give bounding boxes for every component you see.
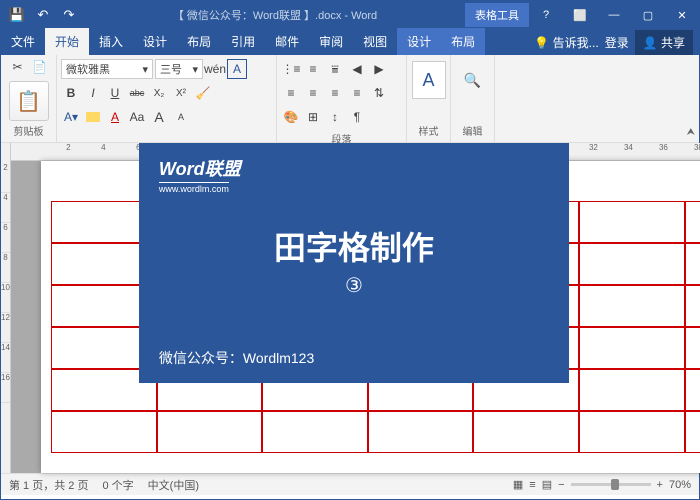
tab-table-design[interactable]: 设计 bbox=[397, 28, 441, 55]
font-color-button[interactable]: A bbox=[105, 107, 125, 127]
tab-view[interactable]: 视图 bbox=[353, 28, 397, 55]
zoom-out-button[interactable]: − bbox=[558, 479, 564, 491]
find-button[interactable]: 🔍 bbox=[456, 61, 490, 99]
highlight-button[interactable] bbox=[83, 107, 103, 127]
tab-file[interactable]: 文件 bbox=[1, 28, 45, 55]
tab-table-layout[interactable]: 布局 bbox=[441, 28, 485, 55]
share-button[interactable]: 👤 共享 bbox=[635, 30, 693, 55]
tab-mailings[interactable]: 邮件 bbox=[265, 28, 309, 55]
strike-button[interactable]: abc bbox=[127, 83, 147, 103]
align-center-button[interactable]: ≡ bbox=[303, 83, 323, 103]
tab-layout[interactable]: 布局 bbox=[177, 28, 221, 55]
collapse-ribbon-button[interactable]: ⮝ bbox=[687, 127, 696, 138]
ribbon-display-button[interactable]: ⬜ bbox=[563, 1, 597, 29]
show-marks-button[interactable]: ¶ bbox=[347, 107, 367, 127]
zoom-level[interactable]: 70% bbox=[669, 479, 691, 491]
bullets-button[interactable]: ⋮≡ bbox=[281, 59, 301, 79]
minimize-button[interactable]: — bbox=[597, 1, 631, 29]
decrease-indent-button[interactable]: ◀ bbox=[347, 59, 367, 79]
save-button[interactable]: 💾 bbox=[5, 3, 29, 27]
tab-design[interactable]: 设计 bbox=[133, 28, 177, 55]
styles-button[interactable]: A bbox=[412, 61, 446, 99]
subscript-button[interactable]: X₂ bbox=[149, 83, 169, 103]
char-border-button[interactable]: A bbox=[227, 59, 247, 79]
language-indicator[interactable]: 中文(中国) bbox=[148, 477, 199, 493]
help-button[interactable]: ? bbox=[529, 1, 563, 29]
vertical-ruler: 246810121416 bbox=[1, 143, 11, 473]
paste-button[interactable]: 📋 bbox=[9, 81, 49, 121]
tab-references[interactable]: 引用 bbox=[221, 28, 265, 55]
document-title: 【 微信公众号：Word联盟 】.docx - Word bbox=[85, 7, 465, 23]
overlay-number: ③ bbox=[159, 273, 549, 298]
close-button[interactable]: ✕ bbox=[665, 1, 699, 29]
align-right-button[interactable]: ≡ bbox=[325, 83, 345, 103]
contextual-tab-label: 表格工具 bbox=[465, 3, 529, 27]
overlay-banner: Word联盟 www.wordlm.com 田字格制作 ③ 微信公众号：Word… bbox=[139, 143, 569, 383]
multilevel-button[interactable]: ⩸ bbox=[325, 59, 345, 79]
text-effects-button[interactable]: A▾ bbox=[61, 107, 81, 127]
tab-home[interactable]: 开始 bbox=[45, 28, 89, 55]
maximize-button[interactable]: ▢ bbox=[631, 1, 665, 29]
align-left-button[interactable]: ≡ bbox=[281, 83, 301, 103]
tab-insert[interactable]: 插入 bbox=[89, 28, 133, 55]
line-spacing-button[interactable]: ⇅ bbox=[369, 83, 389, 103]
font-name-combo[interactable]: 微软雅黑▾ bbox=[61, 59, 153, 79]
shading-button[interactable]: 🎨 bbox=[281, 107, 301, 127]
tab-review[interactable]: 审阅 bbox=[309, 28, 353, 55]
word-count[interactable]: 0 个字 bbox=[102, 477, 133, 493]
change-case-button[interactable]: Aa bbox=[127, 107, 147, 127]
increase-indent-button[interactable]: ▶ bbox=[369, 59, 389, 79]
undo-button[interactable]: ↶ bbox=[31, 3, 55, 27]
view-read-button[interactable]: ▦ bbox=[513, 478, 523, 491]
underline-button[interactable]: U bbox=[105, 83, 125, 103]
superscript-button[interactable]: X² bbox=[171, 83, 191, 103]
grow-font-button[interactable]: A bbox=[149, 107, 169, 127]
styles-group-label: 样式 bbox=[419, 121, 439, 140]
view-print-button[interactable]: ≡ bbox=[529, 479, 535, 491]
cut-button[interactable]: ✂ bbox=[8, 57, 28, 77]
sort-button[interactable]: ↕ bbox=[325, 107, 345, 127]
overlay-url: www.wordlm.com bbox=[159, 182, 229, 194]
page-indicator[interactable]: 第 1 页，共 2 页 bbox=[9, 477, 88, 493]
tell-me[interactable]: 💡 告诉我... bbox=[534, 34, 598, 51]
view-web-button[interactable]: ▤ bbox=[542, 478, 552, 491]
numbering-button[interactable]: ≡ bbox=[303, 59, 323, 79]
bold-button[interactable]: B bbox=[61, 83, 81, 103]
shrink-font-button[interactable]: A bbox=[171, 107, 191, 127]
copy-button[interactable]: 📄 bbox=[30, 57, 50, 77]
borders-button[interactable]: ⊞ bbox=[303, 107, 323, 127]
overlay-footer: 微信公众号：Wordlm123 bbox=[159, 348, 549, 368]
phonetic-button[interactable]: wén bbox=[205, 59, 225, 79]
overlay-title: 田字格制作 bbox=[159, 223, 549, 269]
clipboard-group-label: 剪贴板 bbox=[14, 121, 44, 140]
font-size-combo[interactable]: 三号▾ bbox=[155, 59, 203, 79]
italic-button[interactable]: I bbox=[83, 83, 103, 103]
zoom-slider[interactable] bbox=[571, 483, 651, 486]
justify-button[interactable]: ≡ bbox=[347, 83, 367, 103]
clear-format-button[interactable]: 🧹 bbox=[193, 83, 213, 103]
redo-button[interactable]: ↷ bbox=[57, 3, 81, 27]
editing-group-label: 编辑 bbox=[463, 121, 483, 140]
zoom-in-button[interactable]: + bbox=[657, 479, 663, 491]
signin-link[interactable]: 登录 bbox=[605, 34, 629, 51]
